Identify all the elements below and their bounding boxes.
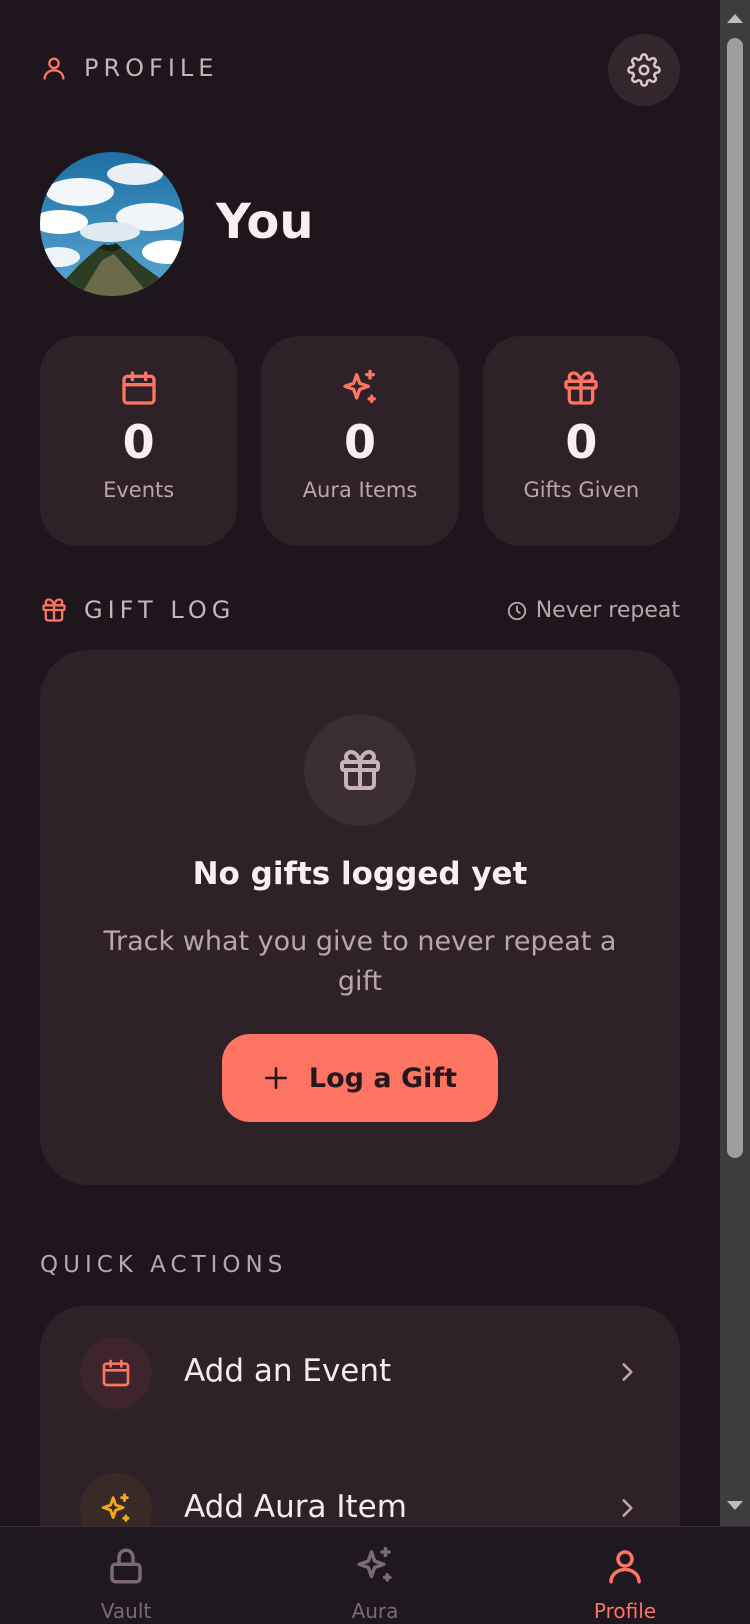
nav-item-profile[interactable]: Profile — [565, 1545, 685, 1624]
stat-label: Aura Items — [302, 478, 418, 502]
plus-icon — [264, 1066, 287, 1090]
gift-log-title-text: GIFT LOG — [84, 596, 236, 624]
stat-value: 0 — [343, 415, 376, 469]
stat-card-gifts-given[interactable]: 0 Gifts Given — [482, 336, 680, 546]
bottom-nav: Vault Aura Profile — [0, 1526, 750, 1624]
avatar[interactable] — [40, 152, 184, 296]
quick-action-icon-circle — [80, 1337, 152, 1409]
log-gift-button-label: Log a Gift — [308, 1062, 458, 1094]
gift-log-title: GIFT LOG — [40, 596, 235, 624]
user-icon — [609, 1550, 641, 1584]
sparkles-icon — [101, 1493, 130, 1522]
scrollbar-thumb[interactable] — [727, 38, 743, 1158]
empty-state-title: No gifts logged yet — [192, 856, 528, 892]
quick-action-label: Add an Event — [184, 1353, 392, 1389]
scroll-up-arrow-icon[interactable] — [720, 8, 750, 28]
nav-item-vault[interactable]: Vault — [66, 1545, 186, 1624]
quick-action-icon-circle — [80, 1473, 152, 1526]
chevron-right-icon — [622, 1363, 633, 1381]
profile-screen: PROFILE You 0 Events 0 Aura Items 0 Gift… — [0, 0, 720, 1526]
empty-gift-icon-circle — [304, 714, 416, 826]
stat-label: Events — [103, 478, 175, 502]
stat-card-aura-items[interactable]: 0 Aura Items — [261, 336, 459, 546]
profile-name: You — [216, 194, 314, 250]
empty-state-description: Track what you give to never repeat a gi… — [103, 926, 617, 997]
gift-icon — [564, 371, 598, 405]
quick-actions-list: Add an Event Add Aura Item — [40, 1306, 680, 1526]
stats-row: 0 Events 0 Aura Items 0 Gifts Given — [40, 336, 680, 546]
lock-icon — [110, 1548, 142, 1584]
log-gift-button[interactable]: Log a Gift — [222, 1034, 498, 1122]
user-icon — [43, 57, 65, 80]
quick-action-add-event[interactable]: Add an Event — [40, 1318, 680, 1428]
nav-label: Vault — [100, 1599, 152, 1623]
stat-value: 0 — [122, 415, 155, 469]
header: PROFILE — [40, 34, 680, 116]
nav-item-aura[interactable]: Aura — [315, 1545, 435, 1624]
quick-action-add-aura-item[interactable]: Add Aura Item — [40, 1454, 680, 1526]
sparkles-icon — [357, 1546, 392, 1582]
never-repeat-badge: Never repeat — [506, 598, 680, 623]
gift-icon — [340, 750, 380, 790]
gift-log-empty-state: No gifts logged yet Track what you give … — [40, 650, 680, 1185]
clock-icon — [507, 601, 526, 620]
calendar-icon — [121, 371, 156, 405]
quick-action-label: Add Aura Item — [184, 1489, 407, 1525]
sparkles-icon — [343, 369, 376, 403]
nav-label: Aura — [351, 1599, 399, 1623]
stat-label: Gifts Given — [523, 478, 640, 502]
scrollbar[interactable] — [720, 0, 750, 1526]
gear-icon — [627, 53, 661, 87]
quick-actions-title: QUICK ACTIONS — [40, 1252, 288, 1278]
scroll-down-arrow-icon[interactable] — [720, 1496, 750, 1516]
settings-button[interactable] — [608, 34, 680, 106]
never-repeat-text: Never repeat — [535, 598, 680, 623]
chevron-right-icon — [622, 1499, 633, 1517]
nav-label: Profile — [593, 1599, 657, 1623]
stat-card-events[interactable]: 0 Events — [40, 336, 238, 546]
page-title: PROFILE — [40, 54, 218, 82]
avatar-image — [40, 152, 184, 296]
page-title-text: PROFILE — [84, 54, 219, 82]
calendar-icon — [102, 1359, 130, 1387]
gift-icon — [42, 598, 66, 622]
gift-log-header: GIFT LOG Never repeat — [40, 596, 680, 628]
stat-value: 0 — [565, 415, 598, 469]
